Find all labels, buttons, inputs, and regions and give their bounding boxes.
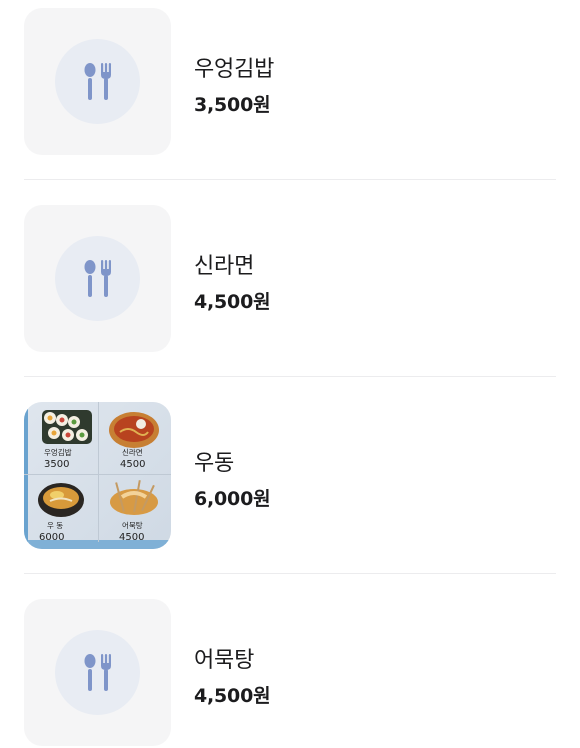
photo-label: 어묵탕 <box>122 520 143 530</box>
menu-item-name: 신라면 <box>194 254 255 279</box>
photo-price: 3500 <box>44 459 69 470</box>
menu-item-name: 우동 <box>194 451 235 476</box>
photo-price: 4500 <box>119 532 144 543</box>
menu-item-thumbnail <box>24 8 171 155</box>
menu-item-price: 6,000원 <box>194 488 271 510</box>
menu-item-name: 우엉김밥 <box>194 57 275 82</box>
menu-list: 우엉김밥 3,500원 신라면 4,500원 우엉김밥 3500 신라면 450… <box>0 0 580 748</box>
photo-price: 6000 <box>39 532 64 543</box>
menu-item[interactable]: 신라면 4,500원 <box>0 180 580 377</box>
plate-placeholder <box>55 236 140 321</box>
menu-item-photo: 우엉김밥 3500 신라면 4500 우 동 6000 어묵탕 4500 <box>24 402 171 549</box>
menu-item-price: 4,500원 <box>194 291 271 313</box>
utensils-icon <box>84 654 111 691</box>
utensils-icon <box>84 63 111 100</box>
menu-item[interactable]: 우엉김밥 3500 신라면 4500 우 동 6000 어묵탕 4500 우동 … <box>0 377 580 574</box>
menu-board-photo: 우엉김밥 3500 신라면 4500 우 동 6000 어묵탕 4500 <box>24 402 171 549</box>
menu-item-price: 3,500원 <box>194 94 271 116</box>
photo-label: 우엉김밥 <box>44 447 72 457</box>
ramen-image <box>109 412 159 448</box>
menu-item-price: 4,500원 <box>194 685 271 707</box>
utensils-icon <box>84 260 111 297</box>
menu-item[interactable]: 어묵탕 4,500원 <box>0 574 580 748</box>
menu-item-name: 어묵탕 <box>194 648 255 673</box>
gimbap-image <box>42 410 92 444</box>
udon-image <box>38 483 84 517</box>
menu-item-thumbnail <box>24 599 171 746</box>
menu-item[interactable]: 우엉김밥 3,500원 <box>0 0 580 180</box>
photo-price: 4500 <box>120 459 145 470</box>
photo-label: 우 동 <box>47 521 63 530</box>
plate-placeholder <box>55 630 140 715</box>
plate-placeholder <box>55 39 140 124</box>
menu-item-thumbnail <box>24 205 171 352</box>
photo-label: 신라면 <box>122 447 143 457</box>
